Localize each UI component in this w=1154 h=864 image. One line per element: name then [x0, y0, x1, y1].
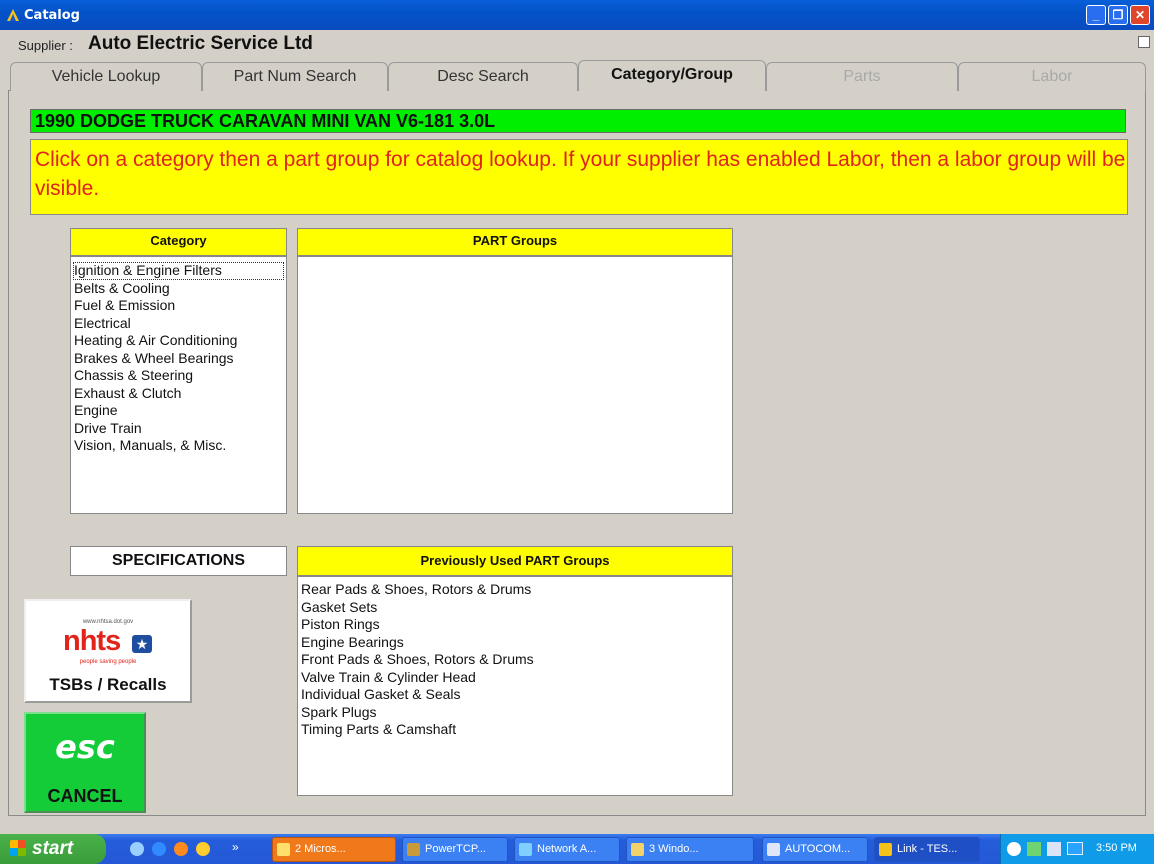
title-bar[interactable]: Catalog _ ❐ ✕ [0, 0, 1154, 30]
monitor-tray-icon[interactable] [1067, 842, 1083, 855]
tab-vehicle-lookup[interactable]: Vehicle Lookup [10, 62, 202, 91]
category-item[interactable]: Exhaust & Clutch [71, 385, 286, 403]
quicklaunch-overflow[interactable]: » [232, 840, 239, 854]
corner-checkbox[interactable] [1138, 36, 1150, 48]
previous-group-item[interactable]: Gasket Sets [298, 599, 732, 617]
supplier-name: Auto Electric Service Ltd [88, 33, 313, 54]
windows-logo-icon [10, 840, 26, 856]
category-item[interactable]: Chassis & Steering [71, 367, 286, 385]
previous-group-item[interactable]: Spark Plugs [298, 704, 732, 722]
previous-group-item[interactable]: Engine Bearings [298, 634, 732, 652]
ie-icon[interactable] [152, 842, 166, 856]
previous-group-item[interactable]: Rear Pads & Shoes, Rotors & Drums [298, 581, 732, 599]
tab-part-num-search[interactable]: Part Num Search [202, 62, 388, 91]
previous-group-item[interactable]: Valve Train & Cylinder Head [298, 669, 732, 687]
tray-app-icon[interactable] [1047, 842, 1061, 856]
taskbar-task-network[interactable]: Network A... [514, 837, 620, 862]
previous-group-item[interactable]: Piston Rings [298, 616, 732, 634]
catalog-app-icon [7, 9, 19, 21]
network-icon [519, 843, 532, 856]
window-title: Catalog [24, 8, 80, 23]
previous-group-item[interactable]: Front Pads & Shoes, Rotors & Drums [298, 651, 732, 669]
part-groups-header: PART Groups [297, 228, 733, 256]
vehicle-description: 1990 DODGE TRUCK CARAVAN MINI VAN V6-181… [30, 109, 1126, 133]
supplier-label: Supplier : [18, 38, 73, 53]
category-header: Category [70, 228, 287, 256]
autocom-icon [767, 843, 780, 856]
previous-groups-header: Previously Used PART Groups [297, 546, 733, 576]
start-button[interactable]: start [0, 834, 106, 864]
nhtsa-logo: nhts [63, 625, 121, 657]
group-icon [277, 843, 290, 856]
tray-expand-icon[interactable] [1007, 842, 1021, 856]
esc-label: esc [55, 728, 115, 766]
previous-group-item[interactable]: Individual Gasket & Seals [298, 686, 732, 704]
category-item[interactable]: Fuel & Emission [71, 297, 286, 315]
minimize-button[interactable]: _ [1086, 5, 1106, 25]
specifications-button[interactable]: SPECIFICATIONS [70, 546, 287, 576]
part-groups-list[interactable] [297, 256, 733, 514]
folder-icon [631, 843, 644, 856]
app-quicklaunch-icon[interactable] [196, 842, 210, 856]
clock[interactable]: 3:50 PM [1096, 842, 1137, 854]
category-item[interactable]: Engine [71, 402, 286, 420]
taskbar-task-autocom[interactable]: AUTOCOM... [762, 837, 868, 862]
previous-group-item[interactable]: Timing Parts & Camshaft [298, 721, 732, 739]
close-button[interactable]: ✕ [1130, 5, 1150, 25]
tab-labor[interactable]: Labor [958, 62, 1146, 91]
tab-category-group[interactable]: Category/Group [578, 60, 766, 91]
taskbar: start » 2 Micros... PowerTCP... Network … [0, 834, 1154, 864]
tab-parts[interactable]: Parts [766, 62, 958, 91]
firefox-icon[interactable] [174, 842, 188, 856]
cancel-label: CANCEL [47, 786, 123, 806]
category-item[interactable]: Heating & Air Conditioning [71, 332, 286, 350]
tab-desc-search[interactable]: Desc Search [388, 62, 578, 91]
category-item[interactable]: Belts & Cooling [71, 280, 286, 298]
nhtsa-tagline: people saving people [79, 659, 137, 665]
instruction-text: Click on a category then a part group fo… [30, 139, 1128, 215]
category-item[interactable]: Drive Train [71, 420, 286, 438]
category-item[interactable]: Brakes & Wheel Bearings [71, 350, 286, 368]
taskbar-task-micros[interactable]: 2 Micros... [272, 837, 396, 862]
restore-button[interactable]: ❐ [1108, 5, 1128, 25]
previous-groups-list[interactable]: Rear Pads & Shoes, Rotors & Drums Gasket … [297, 576, 733, 796]
network-tray-icon[interactable] [1027, 842, 1041, 856]
tsbs-recalls-button[interactable]: www.nhtsa.dot.gov nhts ★ people saving p… [24, 599, 192, 703]
catalog-app-icon [879, 843, 892, 856]
cancel-button[interactable]: esc CANCEL [24, 712, 146, 813]
category-item[interactable]: Electrical [71, 315, 286, 333]
category-list[interactable]: Ignition & Engine Filters Belts & Cooling… [70, 256, 287, 514]
category-item[interactable]: Vision, Manuals, & Misc. [71, 437, 286, 455]
taskbar-task-windows[interactable]: 3 Windo... [626, 837, 754, 862]
taskbar-task-link[interactable]: Link - TES... [874, 837, 980, 862]
taskbar-task-powertcp[interactable]: PowerTCP... [402, 837, 508, 862]
tsbs-recalls-label: TSBs / Recalls [49, 675, 167, 694]
star-icon: ★ [132, 635, 152, 653]
category-item[interactable]: Ignition & Engine Filters [73, 262, 284, 280]
powertcp-icon [407, 843, 420, 856]
desktop-icon[interactable] [130, 842, 144, 856]
